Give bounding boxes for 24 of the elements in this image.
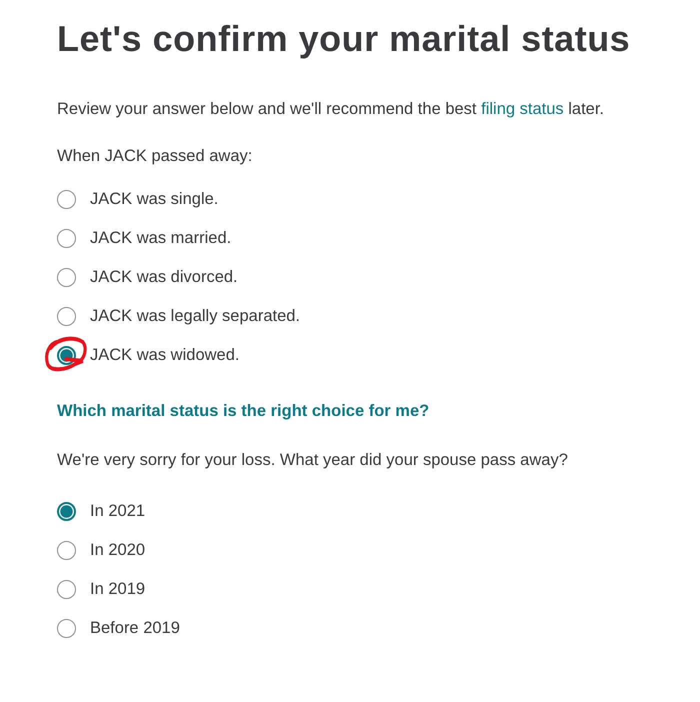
question-text: When JACK passed away: <box>57 147 252 166</box>
option-label[interactable]: In 2021 <box>90 502 146 520</box>
option-label[interactable]: In 2019 <box>90 580 146 598</box>
intro-text: Review your answer below and we'll recommend the best filing status later. <box>57 100 604 119</box>
option-label[interactable]: Before 2019 <box>90 618 180 638</box>
radio-button[interactable] <box>57 190 76 208</box>
option-label[interactable]: JACK was legally separated. <box>90 306 300 326</box>
radio-button[interactable] <box>57 580 76 598</box>
question-text: We're very sorry for your loss. What year did your spouse pass away? <box>57 451 568 470</box>
option-label[interactable]: JACK was widowed. <box>90 346 240 364</box>
radio-button[interactable] <box>57 540 76 560</box>
radio-button[interactable] <box>57 268 76 286</box>
radio-button[interactable] <box>57 228 76 248</box>
option-label[interactable]: JACK was divorced. <box>90 268 238 286</box>
radio-button[interactable] <box>57 306 76 326</box>
option-label[interactable]: JACK was single. <box>90 190 218 208</box>
filing-status-link[interactable]: filing status <box>481 100 564 118</box>
option-label[interactable]: JACK was married. <box>90 228 232 248</box>
scribble-mark <box>43 334 89 374</box>
radio-button[interactable] <box>57 618 76 638</box>
help-link[interactable]: Which marital status is the right choice for me? <box>57 402 430 421</box>
radio-button[interactable] <box>57 502 76 520</box>
page-title: Let's confirm your marital status <box>57 18 630 60</box>
option-label[interactable]: In 2020 <box>90 540 146 560</box>
